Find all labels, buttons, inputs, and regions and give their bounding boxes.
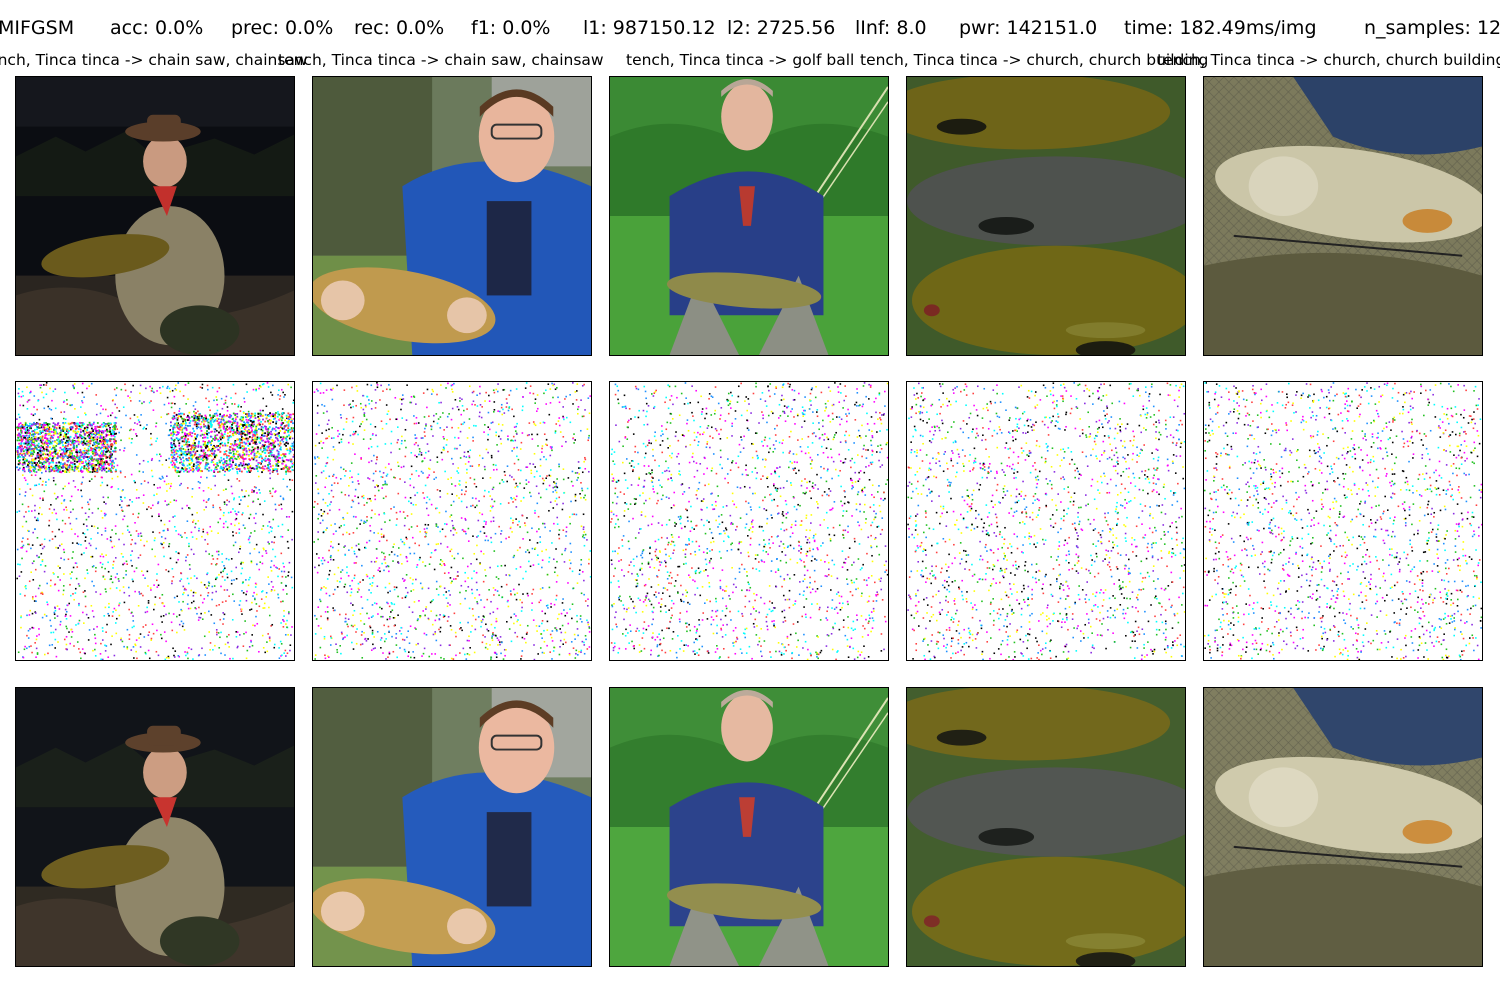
perturbation-map-1 bbox=[15, 381, 295, 661]
column-caption-2: tench, Tinca tinca -> chain saw, chainsa… bbox=[278, 51, 604, 69]
original-image-5 bbox=[1203, 76, 1483, 356]
linf-metric: lInf: 8.0 bbox=[855, 17, 927, 39]
time-metric: time: 182.49ms/img bbox=[1124, 17, 1317, 39]
attack-method-label: MIFGSM bbox=[0, 17, 75, 39]
adversarial-image-4 bbox=[906, 687, 1186, 967]
original-image-1 bbox=[15, 76, 295, 356]
n-samples-metric: n_samples: 12 bbox=[1364, 17, 1500, 39]
column-caption-1: tench, Tinca tinca -> chain saw, chainsa… bbox=[0, 51, 308, 69]
adversarial-image-5 bbox=[1203, 687, 1483, 967]
adversarial-image-2 bbox=[312, 687, 592, 967]
l2-metric: l2: 2725.56 bbox=[727, 17, 836, 39]
precision-metric: prec: 0.0% bbox=[231, 17, 334, 39]
perturbation-map-5 bbox=[1203, 381, 1483, 661]
perturbation-map-3 bbox=[609, 381, 889, 661]
adversarial-image-1 bbox=[15, 687, 295, 967]
original-image-2 bbox=[312, 76, 592, 356]
f1-metric: f1: 0.0% bbox=[471, 17, 551, 39]
column-caption-5: tench, Tinca tinca -> church, church bui… bbox=[1157, 51, 1500, 69]
original-image-3 bbox=[609, 76, 889, 356]
power-metric: pwr: 142151.0 bbox=[959, 17, 1098, 39]
original-image-4 bbox=[906, 76, 1186, 356]
perturbation-map-2 bbox=[312, 381, 592, 661]
adversarial-image-3 bbox=[609, 687, 889, 967]
recall-metric: rec: 0.0% bbox=[354, 17, 445, 39]
l1-metric: l1: 987150.12 bbox=[583, 17, 716, 39]
accuracy-metric: acc: 0.0% bbox=[110, 17, 204, 39]
column-caption-3: tench, Tinca tinca -> golf ball bbox=[626, 51, 855, 69]
perturbation-map-4 bbox=[906, 381, 1186, 661]
